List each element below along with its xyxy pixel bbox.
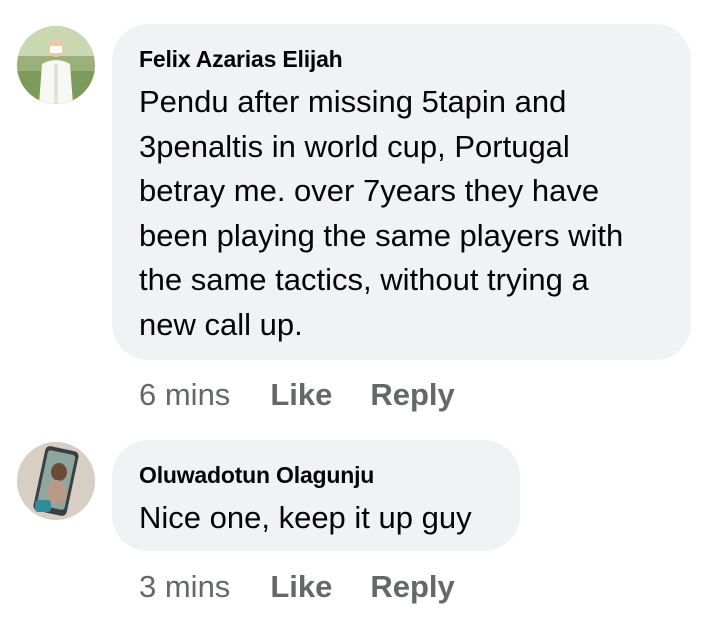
comment-actions: 3 mins Like Reply xyxy=(139,569,455,605)
comment-timestamp[interactable]: 3 mins xyxy=(139,569,230,605)
reply-button[interactable]: Reply xyxy=(370,569,454,605)
user-avatar-icon xyxy=(17,26,95,104)
comment-bubble: Oluwadotun Olagunju Nice one, keep it up… xyxy=(112,440,520,551)
comment-author[interactable]: Oluwadotun Olagunju xyxy=(139,460,494,490)
avatar[interactable] xyxy=(17,442,95,520)
comment-author[interactable]: Felix Azarias Elijah xyxy=(139,44,665,74)
comment-text: Nice one, keep it up guy xyxy=(139,500,472,535)
comment-text: Pendu after missing 5tapin and 3penaltis… xyxy=(139,84,624,342)
avatar[interactable] xyxy=(17,26,95,104)
like-button[interactable]: Like xyxy=(270,377,332,413)
comment-timestamp[interactable]: 6 mins xyxy=(139,377,230,413)
comment-bubble: Felix Azarias Elijah Pendu after missing… xyxy=(112,24,691,360)
reply-button[interactable]: Reply xyxy=(370,377,454,413)
like-button[interactable]: Like xyxy=(270,569,332,605)
user-avatar-icon xyxy=(17,442,95,520)
comment-actions: 6 mins Like Reply xyxy=(139,377,455,413)
